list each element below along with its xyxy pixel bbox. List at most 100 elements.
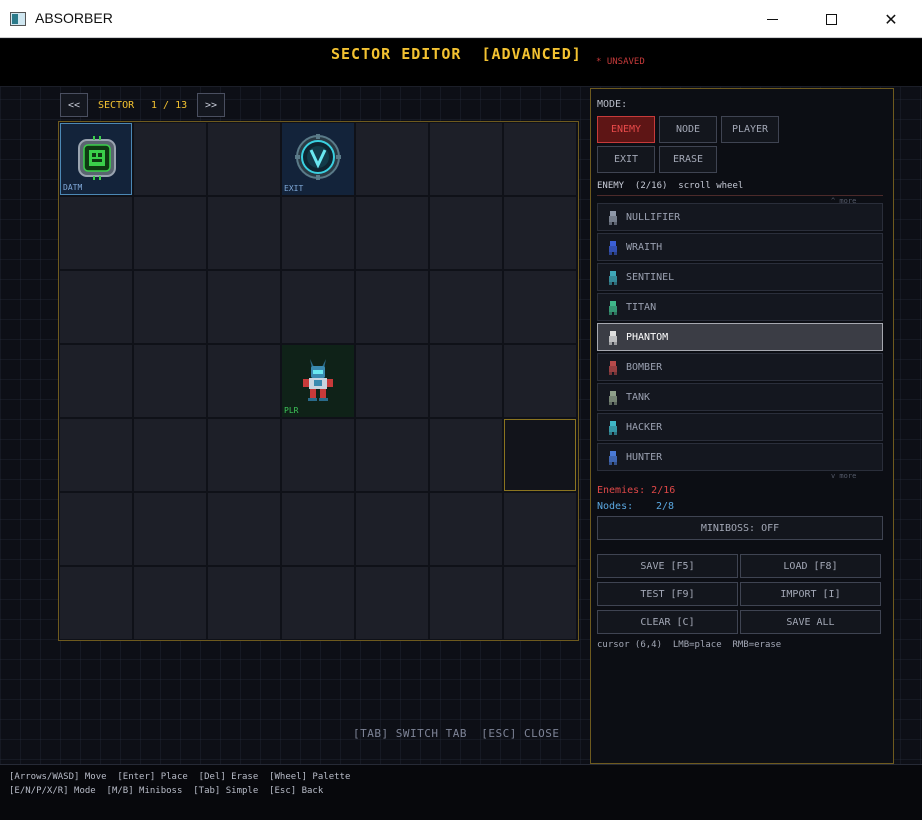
- save-button[interactable]: SAVE [F5]: [597, 554, 738, 578]
- grid-cell[interactable]: [60, 197, 132, 269]
- grid-cell[interactable]: [208, 271, 280, 343]
- enemy-item-label: PHANTOM: [626, 332, 669, 343]
- grid-cell[interactable]: [208, 197, 280, 269]
- grid-cell[interactable]: [208, 493, 280, 565]
- prev-sector-button[interactable]: <<: [60, 93, 88, 117]
- unsaved-indicator: * UNSAVED: [596, 57, 645, 67]
- cell-tag: PLR: [284, 406, 299, 415]
- mode-exit-button[interactable]: EXIT: [597, 146, 655, 173]
- enemy-item-bomber[interactable]: BOMBER: [597, 353, 883, 381]
- grid-cell[interactable]: [430, 419, 502, 491]
- editor-header: SECTOR EDITOR [ADVANCED] * UNSAVED: [0, 39, 922, 87]
- grid-cell[interactable]: [356, 493, 428, 565]
- grid-cell-cursor[interactable]: [504, 419, 576, 491]
- grid-cell[interactable]: [504, 197, 576, 269]
- grid-cell[interactable]: [134, 271, 206, 343]
- mode-node-button[interactable]: NODE: [659, 116, 717, 143]
- maximize-button[interactable]: [808, 0, 854, 38]
- minimize-icon: [766, 18, 778, 20]
- grid-cell[interactable]: [134, 567, 206, 639]
- grid-cell-exit[interactable]: EXIT: [282, 123, 354, 195]
- enemy-sprite-icon: [609, 211, 617, 225]
- grid-cell[interactable]: [504, 123, 576, 195]
- grid-cell[interactable]: [60, 345, 132, 417]
- mode-player-button[interactable]: PLAYER: [721, 116, 779, 143]
- mode-erase-button[interactable]: ERASE: [659, 146, 717, 173]
- grid-cell[interactable]: [208, 419, 280, 491]
- grid-cell[interactable]: [208, 345, 280, 417]
- clear-button[interactable]: CLEAR [C]: [597, 610, 738, 634]
- grid-cell[interactable]: [134, 345, 206, 417]
- enemy-sprite-icon: [609, 391, 617, 405]
- load-button[interactable]: LOAD [F8]: [740, 554, 881, 578]
- grid-cell[interactable]: [282, 197, 354, 269]
- app-icon: [10, 12, 26, 26]
- grid-cell[interactable]: [504, 493, 576, 565]
- grid-cell[interactable]: [430, 567, 502, 639]
- grid-cell[interactable]: [356, 271, 428, 343]
- import-button[interactable]: IMPORT [I]: [740, 582, 881, 606]
- grid-cell[interactable]: [356, 197, 428, 269]
- grid-cell[interactable]: [282, 567, 354, 639]
- enemy-item-tank[interactable]: TANK: [597, 383, 883, 411]
- miniboss-toggle-button[interactable]: MINIBOSS: OFF: [597, 516, 883, 540]
- grid-cell[interactable]: [134, 419, 206, 491]
- controls-help-line-1: [Arrows/WASD] Move [Enter] Place [Del] E…: [9, 772, 351, 782]
- enemy-sprite-icon: [609, 421, 617, 435]
- grid-cell[interactable]: [134, 493, 206, 565]
- grid-cell[interactable]: [208, 123, 280, 195]
- cursor-info: cursor (6,4) LMB=place RMB=erase: [597, 640, 782, 650]
- close-button[interactable]: ✕: [868, 0, 914, 38]
- grid-cell[interactable]: [430, 271, 502, 343]
- grid-cell[interactable]: [504, 567, 576, 639]
- grid-cell[interactable]: [134, 197, 206, 269]
- save-all-button[interactable]: SAVE ALL: [740, 610, 881, 634]
- grid-cell[interactable]: [60, 271, 132, 343]
- window-titlebar: ABSORBER ✕: [0, 0, 922, 38]
- enemy-item-wraith[interactable]: WRAITH: [597, 233, 883, 261]
- game-canvas: SECTOR EDITOR [ADVANCED] * UNSAVED << SE…: [0, 39, 922, 820]
- grid-cell[interactable]: [504, 271, 576, 343]
- enemy-item-label: TITAN: [626, 302, 657, 313]
- grid-cell[interactable]: [430, 123, 502, 195]
- enemy-sprite-icon: [609, 331, 617, 345]
- grid-cell[interactable]: [356, 345, 428, 417]
- minimize-button[interactable]: [749, 0, 795, 38]
- grid-cell[interactable]: [356, 123, 428, 195]
- grid-cell[interactable]: [208, 567, 280, 639]
- controls-footer: [Arrows/WASD] Move [Enter] Place [Del] E…: [0, 764, 922, 820]
- grid-cell[interactable]: [356, 419, 428, 491]
- close-icon: ✕: [884, 9, 898, 29]
- list-divider: [597, 195, 883, 196]
- grid-cell[interactable]: [134, 123, 206, 195]
- grid-cell[interactable]: [282, 271, 354, 343]
- enemy-item-nullifier[interactable]: NULLIFIER: [597, 203, 883, 231]
- grid-cell[interactable]: [60, 419, 132, 491]
- mode-enemy-button[interactable]: ENEMY: [597, 116, 655, 143]
- enemy-item-titan[interactable]: TITAN: [597, 293, 883, 321]
- grid-cell-player[interactable]: PLR: [282, 345, 354, 417]
- enemy-item-hunter[interactable]: HUNTER: [597, 443, 883, 471]
- enemy-item-sentinel[interactable]: SENTINEL: [597, 263, 883, 291]
- grid-cell[interactable]: [356, 567, 428, 639]
- tab-close-hint: [TAB] SWITCH TAB [ESC] CLOSE: [353, 727, 560, 740]
- sector-grid[interactable]: DATM EXIT PLR: [58, 121, 579, 641]
- enemy-item-label: SENTINEL: [626, 272, 675, 283]
- grid-cell[interactable]: [430, 345, 502, 417]
- grid-cell[interactable]: [60, 493, 132, 565]
- grid-cell-datum[interactable]: DATM: [60, 123, 132, 195]
- grid-cell[interactable]: [282, 493, 354, 565]
- next-sector-button[interactable]: >>: [197, 93, 225, 117]
- editor-title: SECTOR EDITOR [ADVANCED]: [331, 45, 582, 63]
- grid-cell[interactable]: [430, 197, 502, 269]
- grid-cell[interactable]: [504, 345, 576, 417]
- grid-cell[interactable]: [60, 567, 132, 639]
- cell-tag: EXIT: [284, 184, 304, 193]
- grid-cell[interactable]: [430, 493, 502, 565]
- enemy-item-hacker[interactable]: HACKER: [597, 413, 883, 441]
- grid-cell[interactable]: [282, 419, 354, 491]
- test-button[interactable]: TEST [F9]: [597, 582, 738, 606]
- player-robot-icon: [303, 359, 333, 401]
- enemy-item-label: HUNTER: [626, 452, 663, 463]
- enemy-item-phantom[interactable]: PHANTOM: [597, 323, 883, 351]
